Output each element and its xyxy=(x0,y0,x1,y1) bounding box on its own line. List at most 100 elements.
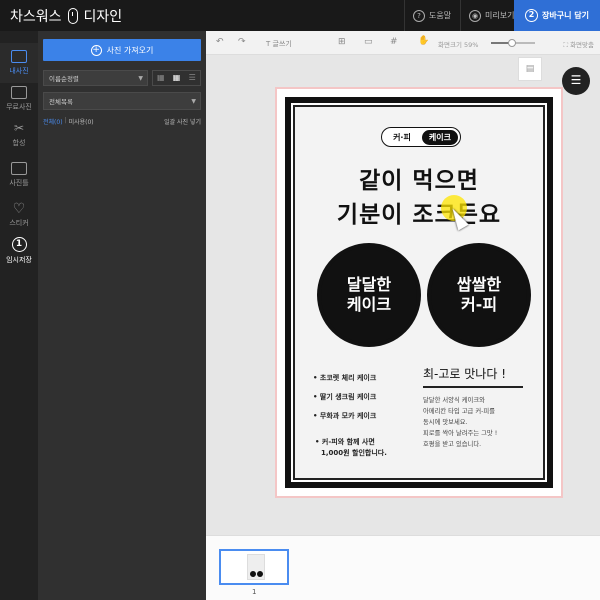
layers-menu-icon[interactable]: ☰ xyxy=(562,67,590,95)
mouse-icon xyxy=(67,8,78,24)
brand-logo[interactable]: 차스워스 디자인 xyxy=(10,6,122,26)
rail-label: 내사진 xyxy=(9,67,29,75)
rail-item-my-photos[interactable]: 내사진 xyxy=(0,43,38,83)
cart-step-number: 2 xyxy=(525,9,539,22)
zoom-label: 화면크기 59% xyxy=(438,41,479,49)
photo-icon xyxy=(11,50,27,63)
thumbnail-preview xyxy=(247,554,265,580)
menu-item: • 초코렛 체리 케이크 xyxy=(313,374,377,382)
list-view-icon[interactable]: ▦ xyxy=(153,71,169,85)
import-label: 사진 가져오기 xyxy=(106,45,154,55)
help-button[interactable]: ? 도움말 xyxy=(404,0,459,31)
thumbnail-mark xyxy=(257,571,263,577)
page-settings-icon[interactable]: ▤ xyxy=(518,57,542,81)
rail-item-frames[interactable]: 사진틀 xyxy=(0,155,38,195)
detail-view-icon[interactable]: ☰ xyxy=(184,71,200,85)
import-photos-button[interactable]: + 사진 가져오기 xyxy=(43,39,201,61)
sort-select[interactable]: 이름순정렬 ▼ xyxy=(43,70,148,86)
fit-screen-button[interactable]: ⛶ 화면맞춤 xyxy=(563,39,594,50)
rail-item-stickers[interactable]: ♡ 스티커 xyxy=(0,195,38,235)
eye-icon: ◉ xyxy=(469,9,481,22)
filter-all[interactable]: 전체(0) xyxy=(43,117,63,126)
text-tool-label: 글쓰기 xyxy=(272,40,292,48)
filter-unused[interactable]: 미사용(0) xyxy=(69,117,94,126)
top-header: 차스워스 디자인 ? 도움말 ◉ 미리보기 2 장바구니 담기 xyxy=(0,0,600,31)
folder-select[interactable]: 전체목록 ▼ xyxy=(43,92,201,110)
headline-line-1[interactable]: 같이 먹으면 xyxy=(291,161,547,195)
note-line: • 커-피와 함께 사면 xyxy=(315,438,375,446)
filter-divider: | xyxy=(64,117,67,124)
tagline-body[interactable]: 달달한 서양식 케이크와 아메리칸 타입 고급 커-피를 동시에 맛보세요. 피… xyxy=(423,395,497,450)
zoom-slider[interactable] xyxy=(491,39,535,47)
rail-item-composite[interactable]: ✂ 합성 xyxy=(0,115,38,155)
view-toggle: ▦ ▦ ☰ xyxy=(152,70,201,86)
rail-item-free-photos[interactable]: 무료사진 xyxy=(0,79,38,119)
poster-frame: 커·피 케이크 같이 먹으면 기분이 조크든요 달달한 케이크 쌉쌀한 커-피 … xyxy=(285,97,553,488)
hand-icon[interactable]: ✋ xyxy=(418,36,429,46)
badge-line: 케이크 xyxy=(346,295,392,314)
body-line: 달달한 서양식 케이크와 xyxy=(423,397,485,404)
question-icon: ? xyxy=(413,9,425,22)
page-strip: 1 xyxy=(206,535,600,600)
scissors-icon: ✂ xyxy=(13,121,25,135)
rail-label: 임시저장 xyxy=(6,256,32,264)
bulk-add-photos-link[interactable]: 일괄 사진 넣기 xyxy=(164,117,201,126)
plus-icon: + xyxy=(90,44,102,56)
body-line: 호평을 받고 있습니다. xyxy=(423,441,482,448)
badge-line: 쌉쌀한 xyxy=(456,275,502,294)
fit-screen-icon: ⛶ xyxy=(563,41,568,49)
temp-save-icon: 1 xyxy=(11,237,27,252)
sweet-cake-badge[interactable]: 달달한 케이크 xyxy=(321,247,417,343)
sort-value: 이름순정렬 xyxy=(49,75,79,83)
body-line: 피로를 싹아 날려주는 그맛 ! xyxy=(423,430,498,437)
preview-label: 미리보기 xyxy=(485,11,515,20)
badge-line: 커-피 xyxy=(460,295,498,314)
category-pill[interactable]: 커·피 케이크 xyxy=(381,127,461,147)
page-number: 1 xyxy=(252,588,257,596)
poster-page[interactable]: 커·피 케이크 같이 먹으면 기분이 조크든요 달달한 케이크 쌉쌀한 커-피 … xyxy=(275,87,563,498)
page-thumbnail[interactable] xyxy=(219,549,289,585)
tool-rail: 내사진 무료사진 ✂ 합성 사진틀 ♡ 스티커 1 임시저장 xyxy=(0,31,38,600)
cart-label: 장바구니 담기 xyxy=(542,11,589,20)
rail-label: 스티커 xyxy=(9,218,29,227)
grid-icon[interactable]: # xyxy=(390,37,398,47)
redo-icon[interactable]: ↷ xyxy=(238,37,246,47)
pill-coffee-label: 커·피 xyxy=(393,132,411,142)
align-icon[interactable]: ⊞ xyxy=(338,37,346,47)
crop-icon[interactable]: ▭ xyxy=(364,37,373,47)
menu-item: • 딸기 생크림 케이크 xyxy=(313,393,377,401)
folder-value: 전체목록 xyxy=(49,98,73,106)
text-tool-button[interactable]: T 글쓰기 xyxy=(266,39,292,49)
tagline-heading[interactable]: 최-고로 맛나다 ! xyxy=(423,365,506,382)
free-photo-icon xyxy=(11,86,27,99)
tagline-divider xyxy=(423,386,523,388)
rail-label: 합성 xyxy=(12,139,26,147)
body-line: 아메리칸 타입 고급 커-피를 xyxy=(423,408,496,415)
chevron-down-icon: ▼ xyxy=(138,75,143,82)
heart-icon: ♡ xyxy=(12,200,26,217)
add-to-cart-button[interactable]: 2 장바구니 담기 xyxy=(514,0,600,31)
brand-name-right: 디자인 xyxy=(83,9,123,25)
frame-icon xyxy=(11,162,27,175)
text-tool-icon: T xyxy=(266,40,271,48)
badge-line: 달달한 xyxy=(346,275,392,294)
zoom-slider-handle[interactable] xyxy=(508,39,517,47)
fit-screen-label: 화면맞춤 xyxy=(570,41,594,49)
photo-panel: + 사진 가져오기 이름순정렬 ▼ ▦ ▦ ☰ 전체목록 ▼ 전체(0) | 미… xyxy=(38,31,206,600)
help-label: 도움말 xyxy=(429,11,452,20)
discount-note[interactable]: • 커-피와 함께 사면 1,000원 할인합니다. xyxy=(315,437,387,459)
pill-cake-label: 케이크 xyxy=(421,129,458,145)
rail-label: 사진틀 xyxy=(9,179,29,187)
menu-list[interactable]: • 초코렛 체리 케이크 • 딸기 생크림 케이크 • 무화과 모카 케이크 xyxy=(313,369,376,426)
photo-filters: 전체(0) | 미사용(0) 일괄 사진 넣기 xyxy=(43,117,201,126)
body-line: 동시에 맛보세요. xyxy=(423,419,468,426)
headline-line-2[interactable]: 기분이 조크든요 xyxy=(291,195,547,229)
menu-item: • 무화과 모카 케이크 xyxy=(313,412,377,420)
editor-app: 차스워스 디자인 ? 도움말 ◉ 미리보기 2 장바구니 담기 내사진 무료사진… xyxy=(0,0,600,600)
editor-toolbar: ↶ ↷ T 글쓰기 ⊞ ▭ # ✋ 화면크기 59% ⛶ 화면맞춤 xyxy=(206,31,600,55)
rail-item-temp-save[interactable]: 1 임시저장 xyxy=(0,231,38,271)
bitter-coffee-badge[interactable]: 쌉쌀한 커-피 xyxy=(431,247,527,343)
undo-icon[interactable]: ↶ xyxy=(216,37,224,47)
brand-name-left: 차스워스 xyxy=(10,9,62,25)
grid-view-icon[interactable]: ▦ xyxy=(169,71,185,85)
